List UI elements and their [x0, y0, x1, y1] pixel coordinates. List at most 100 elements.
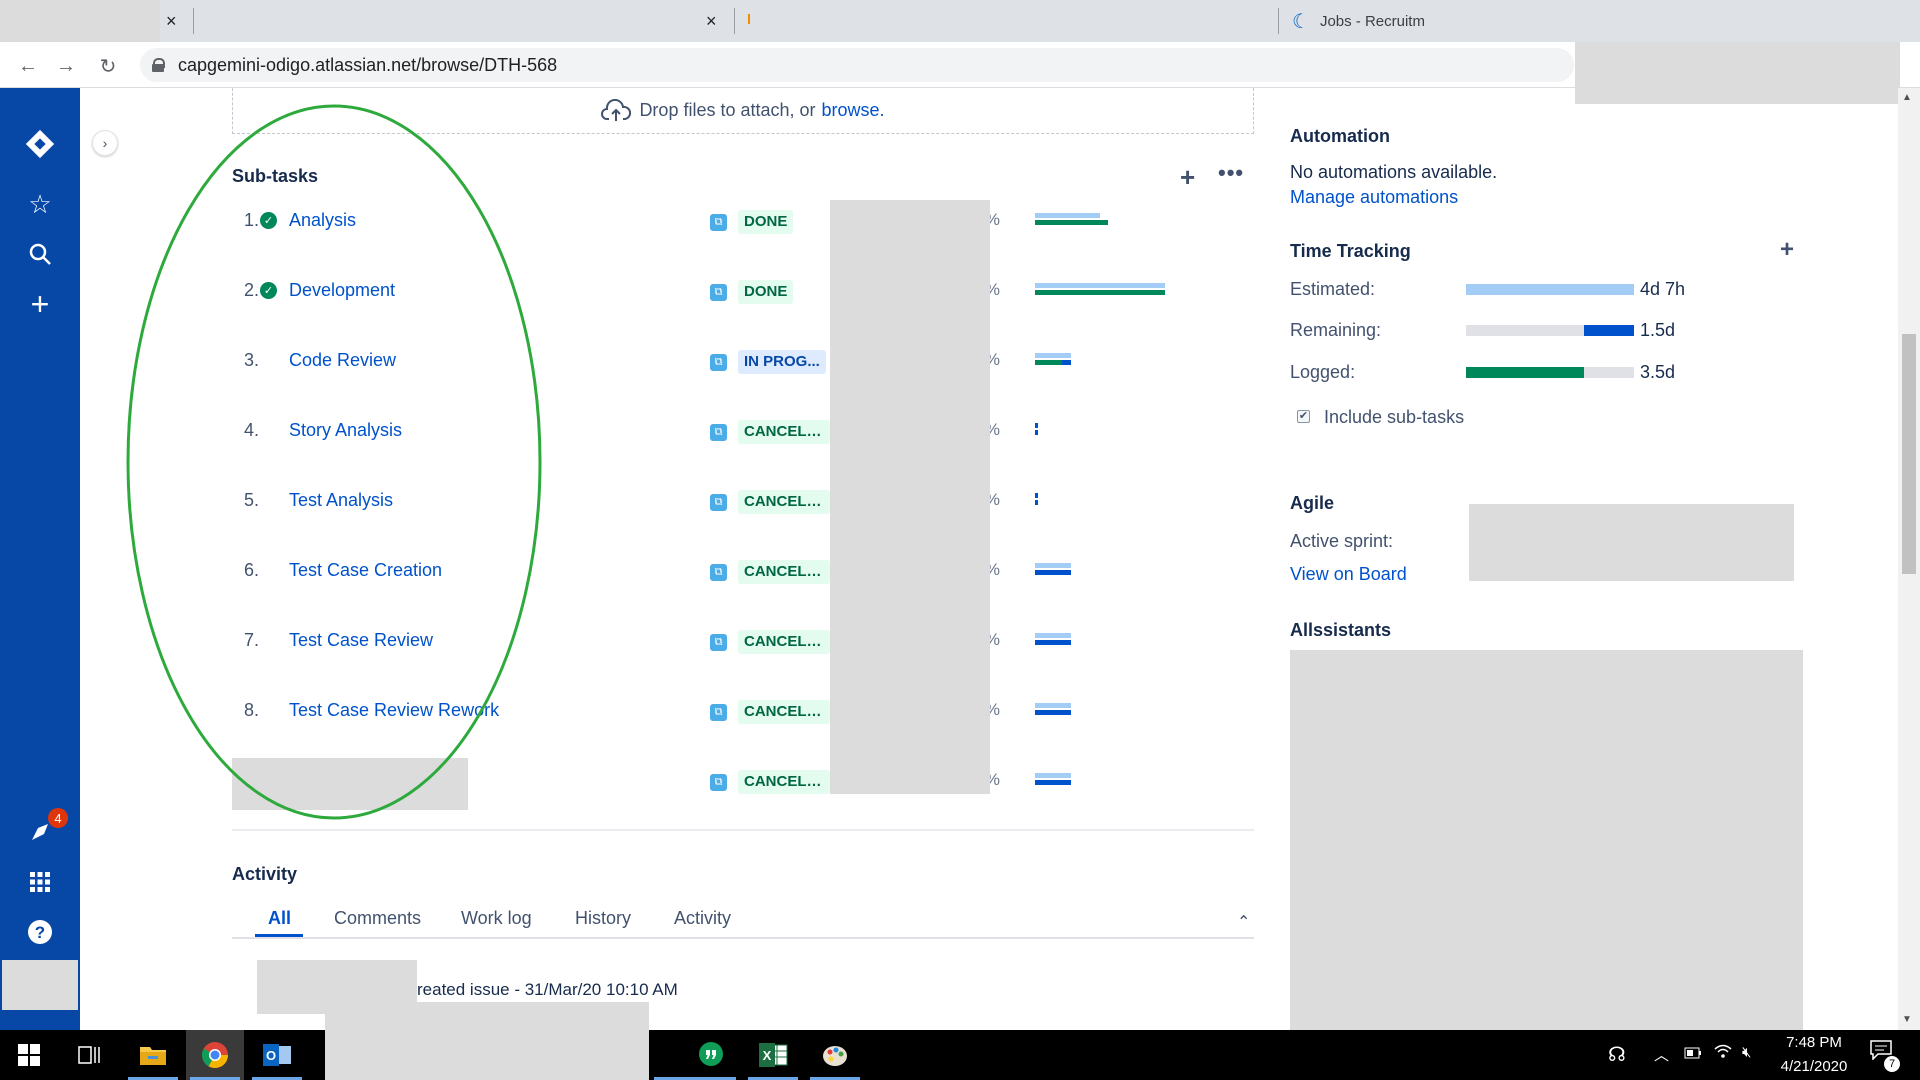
estimate-bar [1035, 213, 1100, 218]
logged-fill [1466, 367, 1584, 378]
notification-badge: 4 [48, 808, 68, 828]
status-lozenge[interactable]: CANCELL... [738, 770, 830, 794]
status-lozenge[interactable]: DONE [738, 210, 794, 234]
clock-time[interactable]: 7:48 PM [1778, 1034, 1850, 1051]
help-icon[interactable]: ? [16, 908, 64, 956]
include-subtasks-checkbox[interactable]: ✔ [1297, 410, 1310, 423]
estimate-bar [1035, 633, 1071, 638]
redacted-block [830, 200, 990, 794]
manage-automations-link[interactable]: Manage automations [1290, 187, 1458, 208]
agile-heading: Agile [1290, 493, 1335, 513]
redacted-block [325, 1030, 649, 1080]
chevron-up-icon[interactable]: ︿ [1654, 1044, 1669, 1065]
paint-icon[interactable] [806, 1030, 864, 1080]
search-icon[interactable] [16, 230, 64, 278]
tab-divider [1278, 8, 1279, 34]
close-icon[interactable]: × [706, 11, 717, 32]
logged-bar [1035, 500, 1038, 505]
jira-logo-icon[interactable] [16, 120, 64, 168]
tabs-underline [232, 937, 1254, 939]
outlook-icon[interactable]: O [248, 1030, 306, 1080]
tab-2[interactable]: × [700, 0, 730, 42]
task-view-icon[interactable] [60, 1030, 118, 1080]
more-actions-button[interactable]: ••• [1218, 160, 1244, 186]
tab-activity[interactable]: Activity [674, 908, 731, 929]
logged-value: 3.5d [1640, 362, 1676, 382]
app-switcher-icon[interactable] [16, 858, 64, 906]
collapse-chevron-icon[interactable]: ⌃ [1237, 912, 1250, 932]
include-subtasks-label: Include sub-tasks [1324, 407, 1465, 427]
expand-sidebar-button[interactable]: › [92, 130, 118, 156]
status-lozenge[interactable]: DONE [738, 280, 794, 304]
activity-heading: Activity [232, 864, 298, 884]
tab-all[interactable]: All [268, 908, 291, 929]
create-icon[interactable]: + [16, 280, 64, 328]
close-icon[interactable]: × [166, 11, 177, 32]
redacted-block [0, 958, 80, 1012]
subtask-type-icon: ⧉ [710, 214, 727, 231]
tab-jobs[interactable]: ☾ Jobs - Recruitm [1292, 0, 1442, 42]
tab-divider [193, 8, 194, 34]
volume-muted-icon[interactable]: 🔇︎ [1742, 1044, 1751, 1061]
scrollbar-thumb[interactable] [1902, 334, 1916, 574]
redacted-block [1575, 42, 1900, 104]
log-work-button[interactable]: + [1780, 236, 1794, 264]
logged-bar [1035, 640, 1071, 645]
back-icon[interactable]: ← [14, 52, 42, 80]
status-lozenge[interactable]: CANCELL... [738, 630, 830, 654]
estimated-track [1466, 284, 1634, 295]
logged-bar [1035, 780, 1071, 785]
annotation-ellipse [126, 104, 542, 820]
status-lozenge[interactable]: CANCELL... [738, 420, 830, 444]
browse-link[interactable]: browse. [822, 100, 885, 121]
status-lozenge[interactable]: CANCELL... [738, 490, 830, 514]
logged-label: Logged: [1290, 362, 1356, 382]
browser-tab-bar [0, 0, 1920, 42]
people-icon[interactable]: ☊ [1608, 1042, 1626, 1067]
activity-entry: reated issue - 31/Mar/20 10:10 AM [417, 980, 678, 999]
lock-icon [152, 58, 165, 72]
scroll-up-arrow-icon[interactable]: ▲ [1902, 92, 1912, 103]
recruit-icon: ☾ [1292, 10, 1310, 33]
tab-history[interactable]: History [575, 908, 631, 929]
status-lozenge[interactable]: CANCELL... [738, 700, 830, 724]
forward-icon[interactable]: → [52, 52, 80, 80]
subtask-type-icon: ⧉ [710, 494, 727, 511]
file-explorer-icon[interactable] [124, 1030, 182, 1080]
active-sprint-label: Active sprint: [1290, 531, 1394, 551]
tab-comments[interactable]: Comments [334, 908, 421, 929]
logged-bar [1035, 430, 1038, 435]
assistants-heading: Allssistants [1290, 620, 1392, 640]
estimate-bar [1035, 563, 1071, 568]
estimate-bar [1035, 283, 1165, 288]
add-subtask-button[interactable]: + [1180, 162, 1195, 193]
tab-1[interactable]: × [160, 0, 190, 42]
excel-icon[interactable]: X [744, 1030, 802, 1080]
wifi-icon[interactable] [1714, 1043, 1732, 1063]
subtask-type-icon: ⧉ [710, 704, 727, 721]
windows-start-icon[interactable] [0, 1030, 58, 1080]
upload-cloud-icon [601, 98, 632, 121]
tab-favicon [748, 14, 750, 24]
scroll-down-arrow-icon[interactable]: ▼ [1902, 1014, 1912, 1025]
chrome-icon[interactable] [186, 1030, 244, 1080]
battery-icon[interactable] [1684, 1046, 1702, 1063]
reload-icon[interactable]: ↻ [94, 52, 122, 80]
logged-track [1466, 367, 1634, 378]
estimated-value: 4d 7h [1640, 279, 1686, 299]
tab-work-log[interactable]: Work log [461, 908, 532, 929]
remaining-track [1466, 325, 1634, 336]
estimate-bar [1035, 773, 1071, 778]
view-on-board-link[interactable]: View on Board [1290, 564, 1407, 585]
estimate-bar [1035, 423, 1038, 428]
hangouts-icon[interactable] [682, 1030, 740, 1080]
subtask-type-icon: ⧉ [710, 634, 727, 651]
redacted-block [1290, 650, 1803, 1030]
url-bar[interactable]: capgemini-odigo.atlassian.net/browse/DTH… [140, 48, 1574, 82]
clock-date[interactable]: 4/21/2020 [1778, 1058, 1850, 1075]
status-lozenge[interactable]: IN PROG... [738, 350, 826, 374]
star-icon[interactable]: ☆ [16, 180, 64, 228]
subtask-type-icon: ⧉ [710, 284, 727, 301]
remaining-bar [1062, 360, 1071, 365]
status-lozenge[interactable]: CANCELL... [738, 560, 830, 584]
